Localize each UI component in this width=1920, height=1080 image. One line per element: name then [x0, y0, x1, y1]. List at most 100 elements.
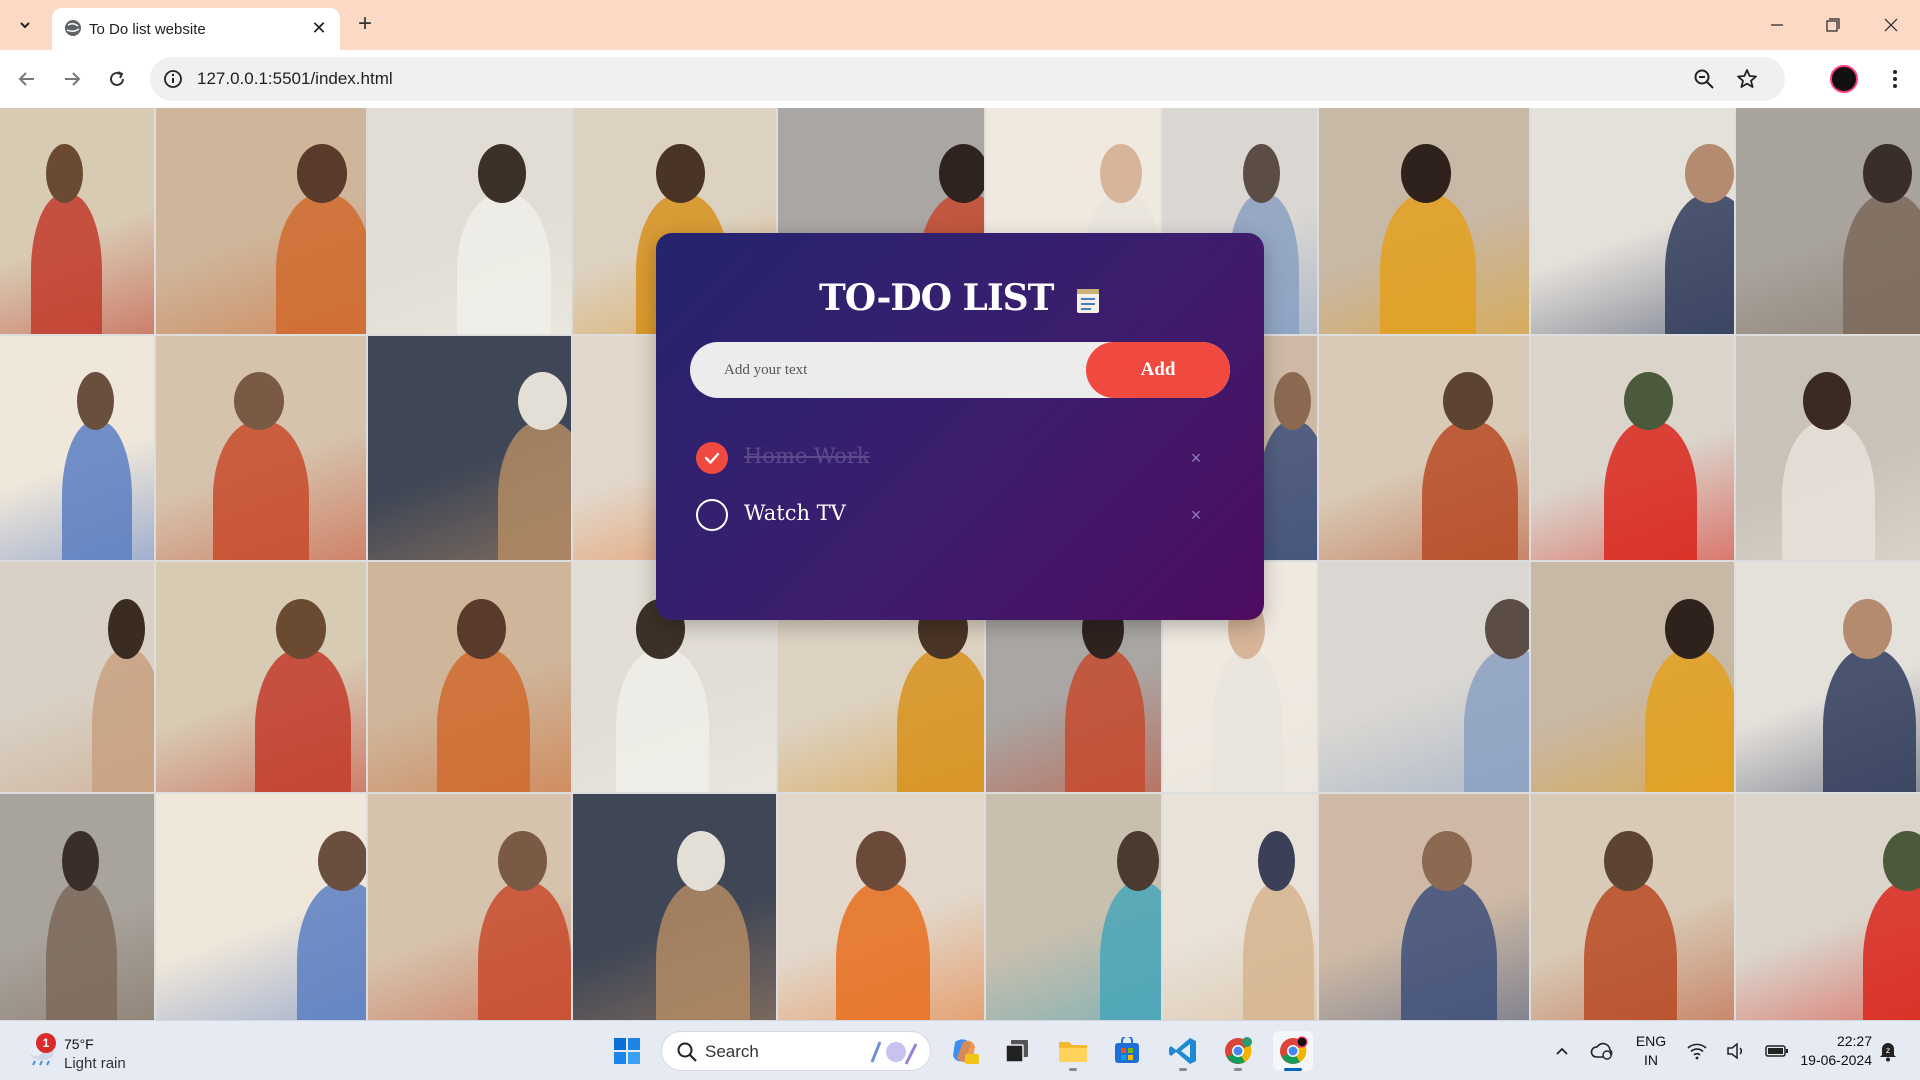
background-photo-tile	[156, 336, 366, 560]
new-tab-button[interactable]: +	[352, 11, 378, 37]
taskbar-chrome-active[interactable]	[1273, 1031, 1313, 1071]
person-silhouette	[457, 193, 551, 334]
restore-button[interactable]	[1818, 10, 1848, 40]
person-head	[233, 371, 285, 431]
weather-condition: Light rain	[64, 1055, 126, 1072]
person-silhouette	[1664, 193, 1734, 334]
person-silhouette	[656, 882, 750, 1020]
person-head	[938, 144, 984, 203]
background-photo-tile	[1531, 108, 1734, 334]
running-indicator	[1069, 1068, 1077, 1071]
running-indicator	[1179, 1068, 1187, 1071]
taskbar-search[interactable]: Search	[661, 1031, 931, 1071]
site-info-icon[interactable]	[163, 69, 183, 89]
background-photo-tile	[368, 336, 571, 560]
background-photo-tile	[368, 108, 571, 334]
tab-title: To Do list website	[89, 21, 206, 38]
person-silhouette	[1421, 421, 1519, 560]
person-silhouette	[254, 649, 352, 792]
background-photo-tile	[156, 794, 366, 1020]
person-head	[1484, 598, 1529, 659]
background-photo-tile	[156, 562, 366, 792]
close-window-button[interactable]	[1876, 10, 1906, 40]
remove-task-button[interactable]: ×	[1186, 446, 1206, 470]
taskbar-copilot[interactable]	[944, 1031, 984, 1071]
address-bar[interactable]: 127.0.0.1:5501/index.html	[150, 57, 1785, 101]
clock-time: 22:27	[1836, 1033, 1872, 1049]
person-silhouette	[897, 649, 984, 792]
background-photo-tile	[1319, 108, 1529, 334]
taskbar-vscode[interactable]	[1163, 1031, 1203, 1071]
person-head	[275, 598, 327, 659]
person-head	[1442, 371, 1494, 431]
volume-icon	[1727, 1042, 1743, 1060]
task-checkbox-checked[interactable]	[696, 442, 728, 474]
browser-tab-active[interactable]: To Do list website ✕	[52, 8, 340, 50]
minimize-icon	[1771, 24, 1783, 26]
language-indicator[interactable]: ENG IN	[1628, 1033, 1674, 1068]
task-checkbox-unchecked[interactable]	[696, 499, 728, 531]
background-photo-tile	[1531, 562, 1734, 792]
wifi-icon	[1687, 1043, 1707, 1060]
clock[interactable]: 22:27 19-06-2024	[1782, 1033, 1872, 1068]
tab-search-button[interactable]	[10, 10, 40, 40]
person-silhouette	[212, 421, 310, 560]
person-head	[477, 144, 527, 203]
quick-settings-button[interactable]	[1678, 1031, 1798, 1071]
person-head	[1883, 831, 1920, 892]
taskbar-chrome-profile[interactable]	[1218, 1031, 1258, 1071]
task-item[interactable]: Home Work ×	[696, 438, 1226, 478]
person-head	[457, 598, 507, 659]
todo-title: TO-DO LIST	[656, 277, 1264, 319]
taskbar-store[interactable]	[1107, 1031, 1147, 1071]
notepad-icon	[1077, 289, 1099, 313]
weather-widget[interactable]: 1 75°F Light rain	[24, 1027, 174, 1075]
browser-menu-button[interactable]	[1880, 64, 1910, 94]
reload-button[interactable]	[102, 64, 132, 94]
search-label: Search	[705, 1042, 759, 1061]
person-silhouette	[92, 649, 154, 792]
add-button[interactable]: Add	[1086, 342, 1230, 398]
person-silhouette	[1243, 882, 1314, 1020]
person-silhouette	[615, 649, 709, 792]
show-hidden-icons-button[interactable]	[1542, 1031, 1582, 1071]
person-silhouette	[1843, 193, 1920, 334]
background-photo-tile	[368, 562, 571, 792]
active-indicator	[1284, 1068, 1302, 1071]
task-item[interactable]: Watch TV ×	[696, 495, 1226, 535]
forward-button[interactable]	[57, 64, 87, 94]
person-head	[317, 831, 366, 892]
more-vertical-icon	[1893, 70, 1897, 88]
url-text[interactable]: 127.0.0.1:5501/index.html	[197, 69, 393, 89]
taskbar-task-view[interactable]	[997, 1031, 1037, 1071]
start-button[interactable]	[607, 1031, 647, 1071]
person-head	[676, 831, 726, 892]
person-silhouette	[275, 193, 366, 334]
taskbar-file-explorer[interactable]	[1053, 1031, 1093, 1071]
tab-close-button[interactable]: ✕	[308, 17, 330, 39]
background-photo-tile	[1736, 336, 1920, 560]
person-silhouette	[1400, 882, 1498, 1020]
minimize-button[interactable]	[1762, 10, 1792, 40]
svg-text:z: z	[1886, 1046, 1890, 1055]
onedrive-button[interactable]	[1582, 1031, 1622, 1071]
person-head	[856, 831, 906, 892]
person-head	[61, 831, 99, 892]
background-photo-tile	[156, 108, 366, 334]
bookmark-star-icon[interactable]	[1735, 67, 1759, 91]
person-silhouette	[1863, 882, 1920, 1020]
running-indicator	[1234, 1068, 1242, 1071]
weather-temperature: 75°F	[64, 1036, 94, 1052]
notifications-button[interactable]: z	[1868, 1031, 1908, 1071]
zoom-out-icon[interactable]	[1693, 68, 1715, 90]
remove-task-button[interactable]: ×	[1186, 503, 1206, 527]
background-photo-tile	[0, 336, 154, 560]
profile-avatar[interactable]	[1830, 65, 1858, 93]
task-input[interactable]	[690, 342, 1090, 398]
back-button[interactable]	[12, 64, 42, 94]
background-photo-tile	[1319, 794, 1529, 1020]
person-silhouette	[1644, 649, 1734, 792]
person-head	[1117, 831, 1160, 892]
background-photo-tile	[1736, 562, 1920, 792]
person-silhouette	[1258, 421, 1317, 560]
